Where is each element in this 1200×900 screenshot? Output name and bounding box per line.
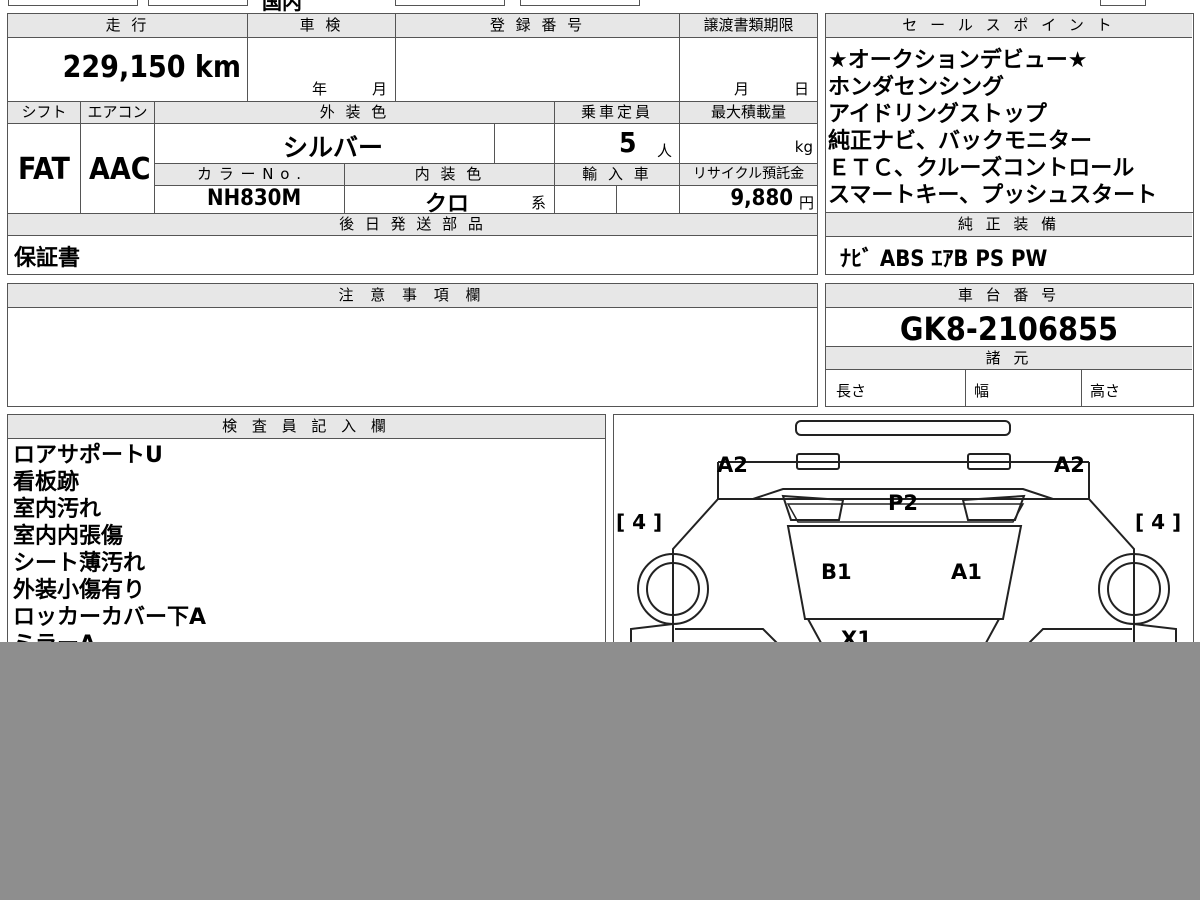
chassis-box: 車 台 番 号 GK8-2106855 諸 元 長さ 幅 高さ <box>825 283 1194 407</box>
sales-points-list: ★オークションデビュー★ ホンダセンシング アイドリングストップ 純正ナビ、バッ… <box>828 47 1157 209</box>
inspector-line: シート薄汚れ <box>13 551 146 576</box>
shift-label: シフト <box>8 102 81 124</box>
aircon-label: エアコン <box>81 102 155 124</box>
exterior-color-label: 外 装 色 <box>155 102 555 124</box>
transfer-day-unit: 日 <box>794 80 810 98</box>
capacity-cell: 5 人 <box>555 124 680 164</box>
color-no-value: NH830M <box>207 186 302 211</box>
registration-label: 登 録 番 号 <box>396 14 680 38</box>
sales-point-line: アイドリングストップ <box>828 102 1047 127</box>
spec-height-cell: 高さ <box>1082 370 1192 406</box>
mark-p2: P2 <box>888 491 918 515</box>
capacity-value: 5 <box>619 126 637 159</box>
recycle-cell: 9,880 円 <box>680 186 817 214</box>
inspector-line: 室内内張傷 <box>13 524 124 549</box>
capacity-unit: 人 <box>657 142 673 160</box>
interior-color-label: 内 装 色 <box>345 164 555 186</box>
notes-label: 注 意 事 項 欄 <box>8 284 817 308</box>
capacity-label: 乗車定員 <box>555 102 680 124</box>
mark-left-a2: A2 <box>717 453 748 477</box>
mileage-cell: 229,150 km <box>8 38 248 102</box>
recycle-unit: 円 <box>798 194 814 212</box>
inspection-label: 車 検 <box>248 14 396 38</box>
sales-point-line: ホンダセンシング <box>828 75 1005 100</box>
spec-height-label: 高さ <box>1090 382 1121 400</box>
sales-point-line: スマートキー、プッシュスタート <box>828 183 1158 208</box>
later-parts-label: 後 日 発 送 部 品 <box>8 214 817 236</box>
mileage-label: 走 行 <box>8 14 248 38</box>
max-load-label: 最大積載量 <box>680 102 817 124</box>
import-cell-2 <box>617 186 680 214</box>
sales-point-line: ＥＴＣ、クルーズコントロール <box>828 156 1135 181</box>
aircon-value: AAC <box>89 152 151 187</box>
inspector-label: 検 査 員 記 入 欄 <box>8 415 605 439</box>
sales-points-box: セ ー ル ス ポ イ ン ト ★オークションデビュー★ ホンダセンシング アイ… <box>825 13 1194 213</box>
transfer-deadline-label: 譲渡書類期限 <box>680 14 817 38</box>
shift-value: FAT <box>18 152 70 187</box>
sales-point-line: ★オークションデビュー★ <box>828 48 1088 73</box>
mark-right-tire: [ 4 ] <box>1135 510 1181 534</box>
genuine-equipment-label: 純 正 装 備 <box>826 213 1192 237</box>
inspector-line: ロッカーカバー下A <box>13 605 207 630</box>
genuine-equipment-value: ﾅﾋﾞ ABS ｴｱB PS PW <box>840 247 1048 272</box>
bottom-gray-overlay <box>0 642 1200 900</box>
aircon-cell: AAC <box>81 124 155 214</box>
chassis-label: 車 台 番 号 <box>826 284 1192 308</box>
exterior-color-extra-cell <box>495 124 555 164</box>
transfer-month-unit: 月 <box>734 80 750 98</box>
sales-point-line: 純正ナビ、バックモニター <box>828 129 1093 154</box>
inspector-line: ロアサポートU <box>13 443 163 468</box>
recycle-value: 9,880 <box>730 186 793 211</box>
chassis-value: GK8-2106855 <box>899 310 1119 348</box>
mileage-value: 229,150 km <box>62 50 241 85</box>
front-bumper-shape <box>795 420 1011 436</box>
registration-cell <box>396 38 680 102</box>
shift-cell: FAT <box>8 124 81 214</box>
interior-color-cell: クロ 系 <box>345 186 555 214</box>
interior-color-value: クロ <box>425 192 470 214</box>
inspector-list: ロアサポートU 看板跡 室内汚れ 室内内張傷 シート薄汚れ 外装小傷有り ロッカ… <box>13 442 206 658</box>
inspection-year-unit: 年 <box>312 80 328 98</box>
import-label: 輸 入 車 <box>555 164 680 186</box>
car-diagram: A2 A2 P2 B1 A1 X1 [ 4 ] [ 4 ] <box>616 420 1181 674</box>
exterior-color-cell: シルバー <box>155 124 495 164</box>
vehicle-info-table: 走 行 車 検 登 録 番 号 譲渡書類期限 229,150 km 年 月 月 … <box>7 13 818 275</box>
color-no-cell: NH830M <box>155 186 345 214</box>
mark-a1: A1 <box>951 560 982 584</box>
import-cell-1 <box>555 186 617 214</box>
recycle-label: リサイクル預託金 <box>680 164 817 186</box>
spec-length-cell: 長さ <box>826 370 966 406</box>
top-strip: 国内 <box>0 0 1200 14</box>
spec-width-label: 幅 <box>974 382 990 400</box>
transfer-deadline-cell: 月 日 <box>680 38 817 102</box>
interior-color-suffix: 系 <box>531 194 547 212</box>
inspector-box: 検 査 員 記 入 欄 ロアサポートU 看板跡 室内汚れ 室内内張傷 シート薄汚… <box>7 414 606 674</box>
spec-length-label: 長さ <box>836 382 867 400</box>
inspector-line: 看板跡 <box>13 470 80 495</box>
car-diagram-box: A2 A2 P2 B1 A1 X1 [ 4 ] [ 4 ] <box>613 414 1194 674</box>
inspector-line: 室内汚れ <box>13 497 102 522</box>
notes-box: 注 意 事 項 欄 <box>7 283 818 407</box>
max-load-unit: kg <box>794 138 813 156</box>
specs-label: 諸 元 <box>826 346 1192 370</box>
sales-points-label: セ ー ル ス ポ イ ン ト <box>826 14 1192 38</box>
exterior-color-value: シルバー <box>283 133 384 162</box>
mark-b1: B1 <box>821 560 852 584</box>
mark-left-tire: [ 4 ] <box>616 510 662 534</box>
inspector-line: 外装小傷有り <box>13 578 146 603</box>
max-load-cell: kg <box>680 124 817 164</box>
color-no-label: カ ラ ー N o . <box>155 164 345 186</box>
spec-width-cell: 幅 <box>966 370 1082 406</box>
genuine-equipment-box: 純 正 装 備 ﾅﾋﾞ ABS ｴｱB PS PW <box>825 212 1194 275</box>
mark-right-a2: A2 <box>1054 453 1085 477</box>
later-parts-value: 保証書 <box>14 246 81 271</box>
inspection-cell: 年 月 <box>248 38 396 102</box>
inspection-month-unit: 月 <box>372 80 388 98</box>
